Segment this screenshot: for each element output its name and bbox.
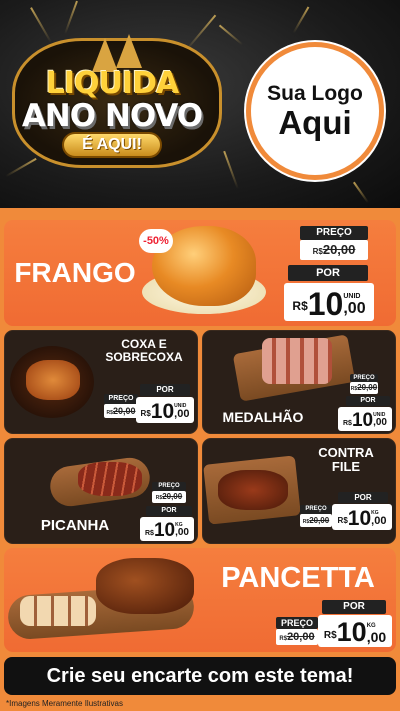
badge-title-line1: LIQUIDA bbox=[45, 66, 179, 101]
por-label: POR bbox=[338, 492, 388, 503]
currency-label: R$ bbox=[323, 630, 337, 641]
old-price: R$20,00 bbox=[276, 629, 318, 645]
medalhao-skewers-image bbox=[262, 338, 332, 384]
price-integer: 10 bbox=[351, 410, 374, 431]
por-label: POR bbox=[322, 600, 386, 614]
old-price-value: 20,00 bbox=[162, 492, 183, 501]
currency-label: R$ bbox=[337, 516, 348, 525]
old-price-value: 20,00 bbox=[287, 631, 315, 643]
price-decimal: ,00 bbox=[371, 515, 387, 527]
chicken-leg-image bbox=[26, 360, 80, 400]
picanha-image bbox=[78, 462, 142, 496]
preco-label: PREÇO bbox=[152, 482, 186, 491]
product-name: MEDALHÃO bbox=[222, 409, 304, 425]
firework-spark bbox=[30, 7, 52, 43]
old-price: R$20,00 bbox=[300, 514, 332, 527]
firework-spark bbox=[353, 181, 369, 204]
por-label: POR bbox=[140, 384, 190, 396]
price-integer: 10 bbox=[153, 520, 176, 541]
product-name: COXA E SOBRECOXA bbox=[96, 337, 192, 365]
currency-label: R$ bbox=[292, 299, 308, 313]
product-name: FRANGO bbox=[14, 257, 136, 288]
logo-text-line1: Sua Logo bbox=[267, 82, 363, 105]
product-name: CONTRA FILE bbox=[300, 445, 392, 475]
currency-label: R$ bbox=[140, 409, 151, 418]
currency-label: R$ bbox=[343, 420, 352, 427]
firework-spark bbox=[292, 6, 310, 34]
new-price: R$ 10 KG ,00 bbox=[318, 615, 392, 647]
new-price: R$ 10 UNID ,00 bbox=[338, 407, 392, 431]
logo-text-line2: Aqui bbox=[278, 104, 352, 141]
discount-badge: -50% bbox=[139, 229, 173, 253]
preco-label: PREÇO bbox=[276, 617, 318, 629]
old-price: R$20,00 bbox=[350, 382, 378, 394]
price-integer: 10 bbox=[307, 286, 344, 322]
preco-label: PREÇO bbox=[104, 394, 138, 404]
old-price: R$20,00 bbox=[152, 491, 186, 503]
old-price-value: 20,00 bbox=[357, 383, 378, 392]
firework-spark bbox=[223, 150, 239, 190]
currency-label: R$ bbox=[312, 247, 323, 256]
price-decimal: ,00 bbox=[366, 629, 387, 645]
preco-label: PREÇO bbox=[300, 226, 368, 240]
old-price: R$20,00 bbox=[300, 240, 368, 260]
old-price-value: 20,00 bbox=[309, 516, 330, 525]
price-integer: 10 bbox=[347, 507, 372, 530]
price-decimal: ,00 bbox=[373, 417, 387, 428]
old-price-value: 20,00 bbox=[322, 242, 356, 257]
new-price: R$ 10 UNID ,00 bbox=[284, 283, 374, 321]
por-label: POR bbox=[346, 396, 390, 406]
preco-label: PREÇO bbox=[300, 505, 332, 514]
new-price: R$ 10 KG ,00 bbox=[140, 517, 194, 541]
product-name-line2: SOBRECOXA bbox=[105, 350, 183, 365]
cta-banner[interactable]: Crie seu encarte com este tema! bbox=[4, 657, 396, 695]
product-name-line2: FILE bbox=[331, 459, 361, 475]
new-price: R$ 10 UNID ,00 bbox=[136, 397, 194, 423]
price-decimal: ,00 bbox=[343, 300, 366, 317]
old-price-value: 20,00 bbox=[112, 406, 136, 416]
price-decimal: ,00 bbox=[175, 527, 189, 538]
old-price: R$20,00 bbox=[104, 404, 138, 418]
currency-label: R$ bbox=[145, 530, 154, 537]
firework-spark bbox=[185, 14, 217, 51]
pancetta-roast-image bbox=[96, 558, 194, 614]
firework-spark bbox=[218, 24, 244, 46]
por-label: POR bbox=[288, 265, 368, 281]
firework-spark bbox=[64, 0, 78, 35]
currency-label: R$ bbox=[279, 636, 288, 642]
firework-spark bbox=[5, 157, 37, 178]
contrafile-steak-image bbox=[218, 470, 288, 510]
price-decimal: ,00 bbox=[174, 408, 190, 420]
preco-label: PREÇO bbox=[350, 374, 378, 382]
badge-title-line2: ANO NOVO bbox=[21, 98, 203, 134]
por-label: POR bbox=[146, 506, 192, 516]
product-name-line1: CONTRA bbox=[318, 445, 374, 460]
product-name: PICANHA bbox=[40, 517, 110, 534]
logo-placeholder: Sua Logo Aqui bbox=[246, 42, 384, 180]
product-name: PANCETTA bbox=[221, 562, 375, 594]
disclaimer-text: *Imagens Meramente Ilustrativas bbox=[6, 699, 123, 708]
header-banner: LIQUIDA ANO NOVO É AQUI! Sua Logo Aqui bbox=[0, 0, 400, 208]
new-price: R$ 10 KG ,00 bbox=[332, 504, 392, 530]
price-integer: 10 bbox=[150, 400, 175, 423]
badge-title-line3: É AQUI! bbox=[62, 132, 162, 158]
price-integer: 10 bbox=[336, 617, 367, 647]
pancetta-slices-image bbox=[20, 596, 96, 626]
